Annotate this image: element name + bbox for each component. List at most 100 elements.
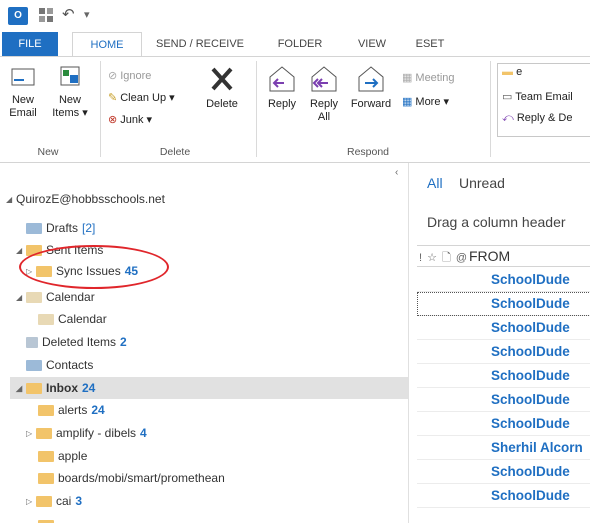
reply-icon [269, 66, 295, 92]
tab-file[interactable]: FILE [2, 32, 58, 56]
new-items-label-2: Items ▾ [52, 107, 88, 119]
new-items-label-1: New [58, 94, 81, 106]
reply-all-button[interactable]: Reply All [306, 63, 342, 124]
message-sender: SchoolDude [491, 368, 570, 383]
group-label-respond: Respond [346, 146, 390, 158]
folder-calendar-group[interactable]: ◢ Calendar [16, 287, 95, 307]
folder-alerts[interactable]: alerts 24 [38, 400, 105, 420]
ribbon: New Email New Items ▾ New ⊘ Ignore ✎ Clean… [0, 56, 590, 163]
ribbon-tabs: FILE HOME SEND / RECEIVE FOLDER VIEW ESE… [0, 32, 590, 57]
deleted-items-count: 2 [120, 335, 127, 349]
tab-view[interactable]: VIEW [350, 32, 394, 56]
new-items-button[interactable]: New Items ▾ [48, 63, 92, 120]
contacts-label: Contacts [46, 358, 94, 372]
message-row[interactable]: SchoolDude [417, 388, 590, 412]
tab-send-receive[interactable]: SEND / RECEIVE [148, 32, 252, 56]
reply-all-label-1: Reply [309, 98, 339, 110]
tab-folder[interactable]: FOLDER [270, 32, 330, 56]
message-row[interactable]: SchoolDude [417, 292, 590, 316]
expand-arrow-icon[interactable]: ▷ [26, 492, 36, 512]
account-label: QuirozE@hobbsschools.net [16, 192, 165, 206]
amplify-dibels-count: 4 [140, 426, 147, 440]
alerts-label: alerts [58, 403, 88, 417]
message-row[interactable]: SchoolDude [417, 460, 590, 484]
filter-all[interactable]: All [427, 175, 443, 191]
account-node[interactable]: ◢ QuirozE@hobbsschools.net [6, 189, 165, 209]
ignore-label: Ignore [120, 70, 152, 82]
group-separator [256, 61, 257, 157]
quick-step-reply-delete[interactable]: ⤺ Reply & De [502, 112, 572, 125]
cai-count: 3 [75, 494, 83, 508]
reply-delete-icon: ⤺ [502, 112, 514, 124]
apple-label: apple [58, 449, 88, 463]
team-email-icon: ▭ [502, 91, 513, 103]
expand-arrow-icon[interactable]: ▷ [26, 424, 36, 444]
folder-contacts[interactable]: Contacts [26, 355, 93, 375]
folder-apple[interactable]: apple [38, 446, 87, 466]
calendar-group-icon [26, 292, 42, 304]
delete-button[interactable]: Delete [200, 63, 244, 111]
expand-arrow-icon[interactable]: ◢ [6, 190, 16, 210]
forward-icon [358, 66, 384, 92]
folder-drafts[interactable]: Drafts [2] [26, 218, 95, 238]
group-label-delete: Delete [159, 146, 191, 158]
calendar-group-label: Calendar [46, 290, 95, 304]
reply-delete-label: Reply & De [516, 112, 573, 124]
boards-folder-icon [38, 473, 54, 485]
folder-calendar[interactable]: Calendar [38, 309, 107, 329]
folder-inbox[interactable]: ◢ Inbox 24 [16, 378, 95, 398]
column-from[interactable]: FROM [469, 248, 510, 264]
cai-label: cai [56, 494, 72, 508]
apple-folder-icon [38, 451, 54, 463]
new-email-button[interactable]: New Email [4, 63, 42, 120]
folder-deleted-items[interactable]: Deleted Items 2 [26, 332, 127, 352]
expand-arrow-icon[interactable]: ◢ [16, 379, 26, 399]
quick-step-folder-icon: ▬ [502, 66, 513, 78]
new-email-label-1: New [11, 94, 34, 106]
folder-boards[interactable]: boards/mobi/smart/promethean [38, 468, 225, 488]
deleted-items-label: Deleted Items [42, 335, 117, 349]
message-row[interactable]: SchoolDude [417, 364, 590, 388]
clean-up-button[interactable]: ✎ Clean Up ▾ [108, 89, 175, 107]
message-row[interactable]: SchoolDude [417, 412, 590, 436]
quick-step-team-email[interactable]: ▭ Team Email [502, 90, 573, 103]
quick-step-1-label: e [516, 66, 523, 78]
quick-steps-gallery: ▬ e ▭ Team Email ⤺ Reply & De [497, 63, 590, 137]
message-row[interactable]: SchoolDude [417, 268, 590, 292]
meeting-label: Meeting [415, 72, 455, 84]
new-items-icon [60, 66, 80, 86]
meeting-button[interactable]: ▦ Meeting [402, 69, 455, 87]
new-email-label-2: Email [9, 107, 37, 119]
tab-home[interactable]: HOME [72, 32, 142, 57]
folder-amplify-dibels[interactable]: ▷ amplify - dibels 4 [26, 423, 147, 443]
group-label-new: New [37, 146, 59, 158]
message-row[interactable]: Sherhil Alcorn [417, 436, 590, 460]
folder-pane: ‹ ◢ QuirozE@hobbsschools.net Drafts [2] ◢ S… [0, 163, 408, 523]
deleted-items-icon [26, 337, 38, 349]
folder-cai[interactable]: ▷ cai 3 [26, 491, 82, 511]
collapse-folder-pane-icon[interactable]: ‹ [395, 167, 398, 178]
new-email-icon [11, 68, 35, 86]
reply-button[interactable]: Reply [264, 63, 300, 111]
message-row[interactable]: SchoolDude [417, 316, 590, 340]
forward-button[interactable]: Forward [346, 63, 396, 111]
message-sender: SchoolDude [491, 416, 570, 431]
filter-unread[interactable]: Unread [459, 175, 505, 191]
undo-icon[interactable]: ↶ [62, 5, 75, 23]
inbox-label: Inbox [46, 381, 78, 395]
more-respond-button[interactable]: ▦ More ▾ [402, 93, 449, 111]
expand-arrow-icon[interactable]: ◢ [16, 288, 26, 308]
send-receive-all-icon[interactable] [38, 7, 54, 23]
column-icons[interactable]: ! ☆ 🗋 @ [419, 249, 468, 268]
ignore-button[interactable]: ⊘ Ignore [108, 67, 151, 85]
folder-partial[interactable] [38, 515, 58, 523]
tab-eset[interactable]: ESET [410, 32, 450, 56]
message-row[interactable]: SchoolDude [417, 484, 590, 508]
junk-button[interactable]: ⊗ Junk ▾ [108, 111, 152, 129]
forward-label: Forward [350, 98, 392, 110]
quick-step-1[interactable]: ▬ e [502, 66, 522, 78]
customize-toolbar-icon[interactable]: ▾ [84, 8, 90, 21]
message-row[interactable]: SchoolDude [417, 340, 590, 364]
clean-up-label: Clean Up ▾ [120, 92, 175, 104]
message-sender: SchoolDude [491, 272, 570, 287]
